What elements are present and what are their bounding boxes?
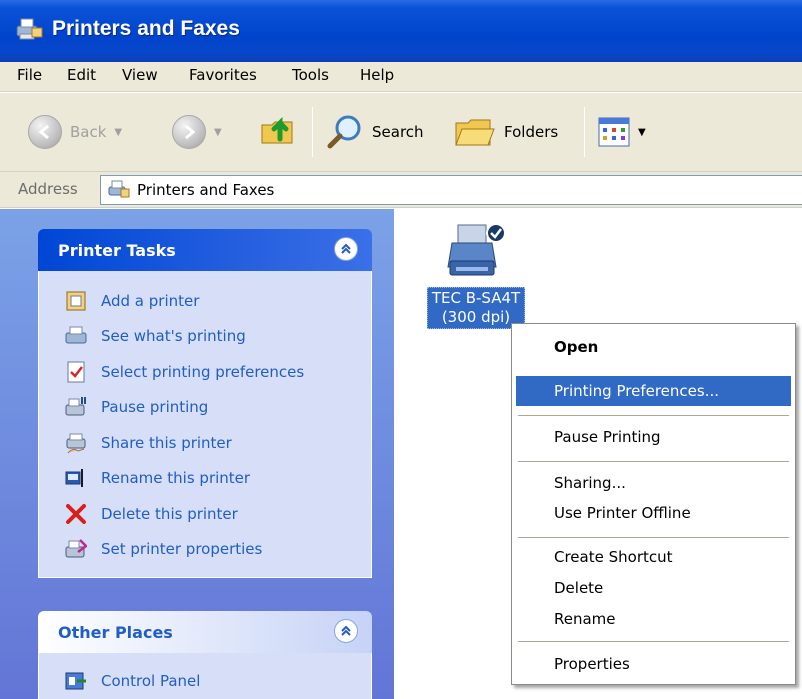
menu-tools[interactable]: Tools <box>292 66 329 84</box>
search-button[interactable]: Search <box>326 113 424 151</box>
menu-edit[interactable]: Edit <box>67 66 96 84</box>
task-pane: Printer Tasks Add a printer See what's p… <box>0 209 394 699</box>
menu-bar: File Edit View Favorites Tools Help <box>0 62 802 92</box>
menu-help[interactable]: Help <box>360 66 394 84</box>
task-delete-printer[interactable]: Delete this printer <box>39 496 371 532</box>
back-label: Back <box>70 123 107 141</box>
views-dropdown-icon[interactable]: ▼ <box>638 127 646 138</box>
printer-icon <box>447 223 506 276</box>
printer-name-line1: TEC B-SA4T <box>431 289 521 307</box>
printer-name-line2: (300 dpi) <box>441 308 511 326</box>
folders-label: Folders <box>504 123 559 141</box>
menu-separator <box>518 461 789 462</box>
menu-item-use-printer-offline[interactable]: Use Printer Offline <box>516 498 791 528</box>
menu-item-pause-printing[interactable]: Pause Printing <box>516 422 791 452</box>
task-add-printer[interactable]: Add a printer <box>39 283 371 319</box>
other-places-title: Other Places <box>58 623 173 642</box>
forward-button[interactable]: ▼ <box>172 115 222 149</box>
pause-printer-icon <box>65 397 86 416</box>
address-bar: Address Printers and Faxes <box>0 172 802 208</box>
task-label: Delete this printer <box>101 504 238 523</box>
printer-tasks-title: Printer Tasks <box>58 241 176 260</box>
context-menu: Open Printing Preferences... Pause Print… <box>511 323 796 685</box>
task-see-whats-printing[interactable]: See what's printing <box>39 319 371 355</box>
printer-tasks-header[interactable]: Printer Tasks <box>38 229 372 271</box>
menu-item-sharing[interactable]: Sharing... <box>516 468 791 498</box>
default-printer-check-icon <box>486 223 506 243</box>
menu-file[interactable]: File <box>17 66 42 84</box>
up-button[interactable] <box>258 109 298 149</box>
task-share-printer[interactable]: Share this printer <box>39 425 371 461</box>
menu-separator <box>518 415 789 416</box>
printers-faxes-icon <box>108 180 130 198</box>
other-places-panel: Other Places Control Panel <box>38 611 372 699</box>
forward-dropdown-icon[interactable]: ▼ <box>214 127 222 138</box>
menu-item-open[interactable]: Open <box>516 332 791 362</box>
up-folder-icon <box>261 116 293 144</box>
task-label: Select printing preferences <box>101 362 305 381</box>
delete-icon <box>66 503 86 524</box>
task-label: Add a printer <box>101 291 200 310</box>
search-label: Search <box>372 123 424 141</box>
title-bar[interactable]: Printers and Faxes <box>0 0 802 62</box>
folders-button[interactable]: Folders <box>454 113 558 151</box>
search-icon <box>327 115 361 149</box>
printer-tasks-list: Add a printer See what's printing Select… <box>38 271 372 578</box>
task-label: Set printer properties <box>101 540 263 559</box>
menu-item-rename[interactable]: Rename <box>516 604 791 634</box>
add-printer-icon <box>66 291 86 311</box>
task-select-printing-preferences[interactable]: Select printing preferences <box>39 354 371 390</box>
place-control-panel[interactable]: Control Panel <box>39 663 371 699</box>
views-icon <box>598 117 630 147</box>
task-label: Share this printer <box>101 433 232 452</box>
back-arrow-icon <box>28 115 62 149</box>
menu-item-create-shortcut[interactable]: Create Shortcut <box>516 542 791 572</box>
printer-properties-icon <box>65 539 87 558</box>
task-set-printer-properties[interactable]: Set printer properties <box>39 532 371 568</box>
forward-arrow-icon <box>172 115 206 149</box>
rename-icon <box>65 469 83 488</box>
control-panel-icon <box>65 672 86 690</box>
views-button[interactable]: ▼ <box>598 117 646 147</box>
other-places-list: Control Panel <box>38 653 372 699</box>
menu-separator <box>518 641 789 642</box>
address-value: Printers and Faxes <box>137 181 275 199</box>
printers-faxes-icon <box>16 18 43 40</box>
print-queue-icon <box>65 326 87 344</box>
back-button[interactable]: Back ▼ <box>28 115 122 149</box>
task-label: Rename this printer <box>101 469 251 488</box>
back-dropdown-icon[interactable]: ▼ <box>114 127 122 138</box>
menu-view[interactable]: View <box>122 66 158 84</box>
menu-separator <box>518 537 789 538</box>
share-printer-icon <box>66 433 86 454</box>
task-pause-printing[interactable]: Pause printing <box>39 390 371 426</box>
menu-item-delete[interactable]: Delete <box>516 573 791 603</box>
window-title: Printers and Faxes <box>52 17 240 40</box>
other-places-header[interactable]: Other Places <box>38 611 372 653</box>
menu-item-properties[interactable]: Properties <box>516 649 791 679</box>
task-rename-printer[interactable]: Rename this printer <box>39 461 371 497</box>
address-field[interactable]: Printers and Faxes <box>100 175 802 205</box>
task-label: See what's printing <box>101 327 246 346</box>
preferences-icon <box>67 361 85 383</box>
task-label: Control Panel <box>101 671 201 690</box>
collapse-chevron-icon[interactable] <box>334 237 358 261</box>
address-label: Address <box>18 180 78 198</box>
task-label: Pause printing <box>101 398 209 417</box>
toolbar: Back ▼ ▼ Search Folders ▼ <box>0 92 802 172</box>
menu-item-printing-preferences[interactable]: Printing Preferences... <box>516 376 791 406</box>
collapse-chevron-icon[interactable] <box>334 619 358 643</box>
printer-item[interactable]: TEC B-SA4T (300 dpi) <box>420 221 532 329</box>
printer-tasks-panel: Printer Tasks Add a printer See what's p… <box>38 229 372 578</box>
folders-icon <box>455 119 495 146</box>
menu-favorites[interactable]: Favorites <box>189 66 257 84</box>
